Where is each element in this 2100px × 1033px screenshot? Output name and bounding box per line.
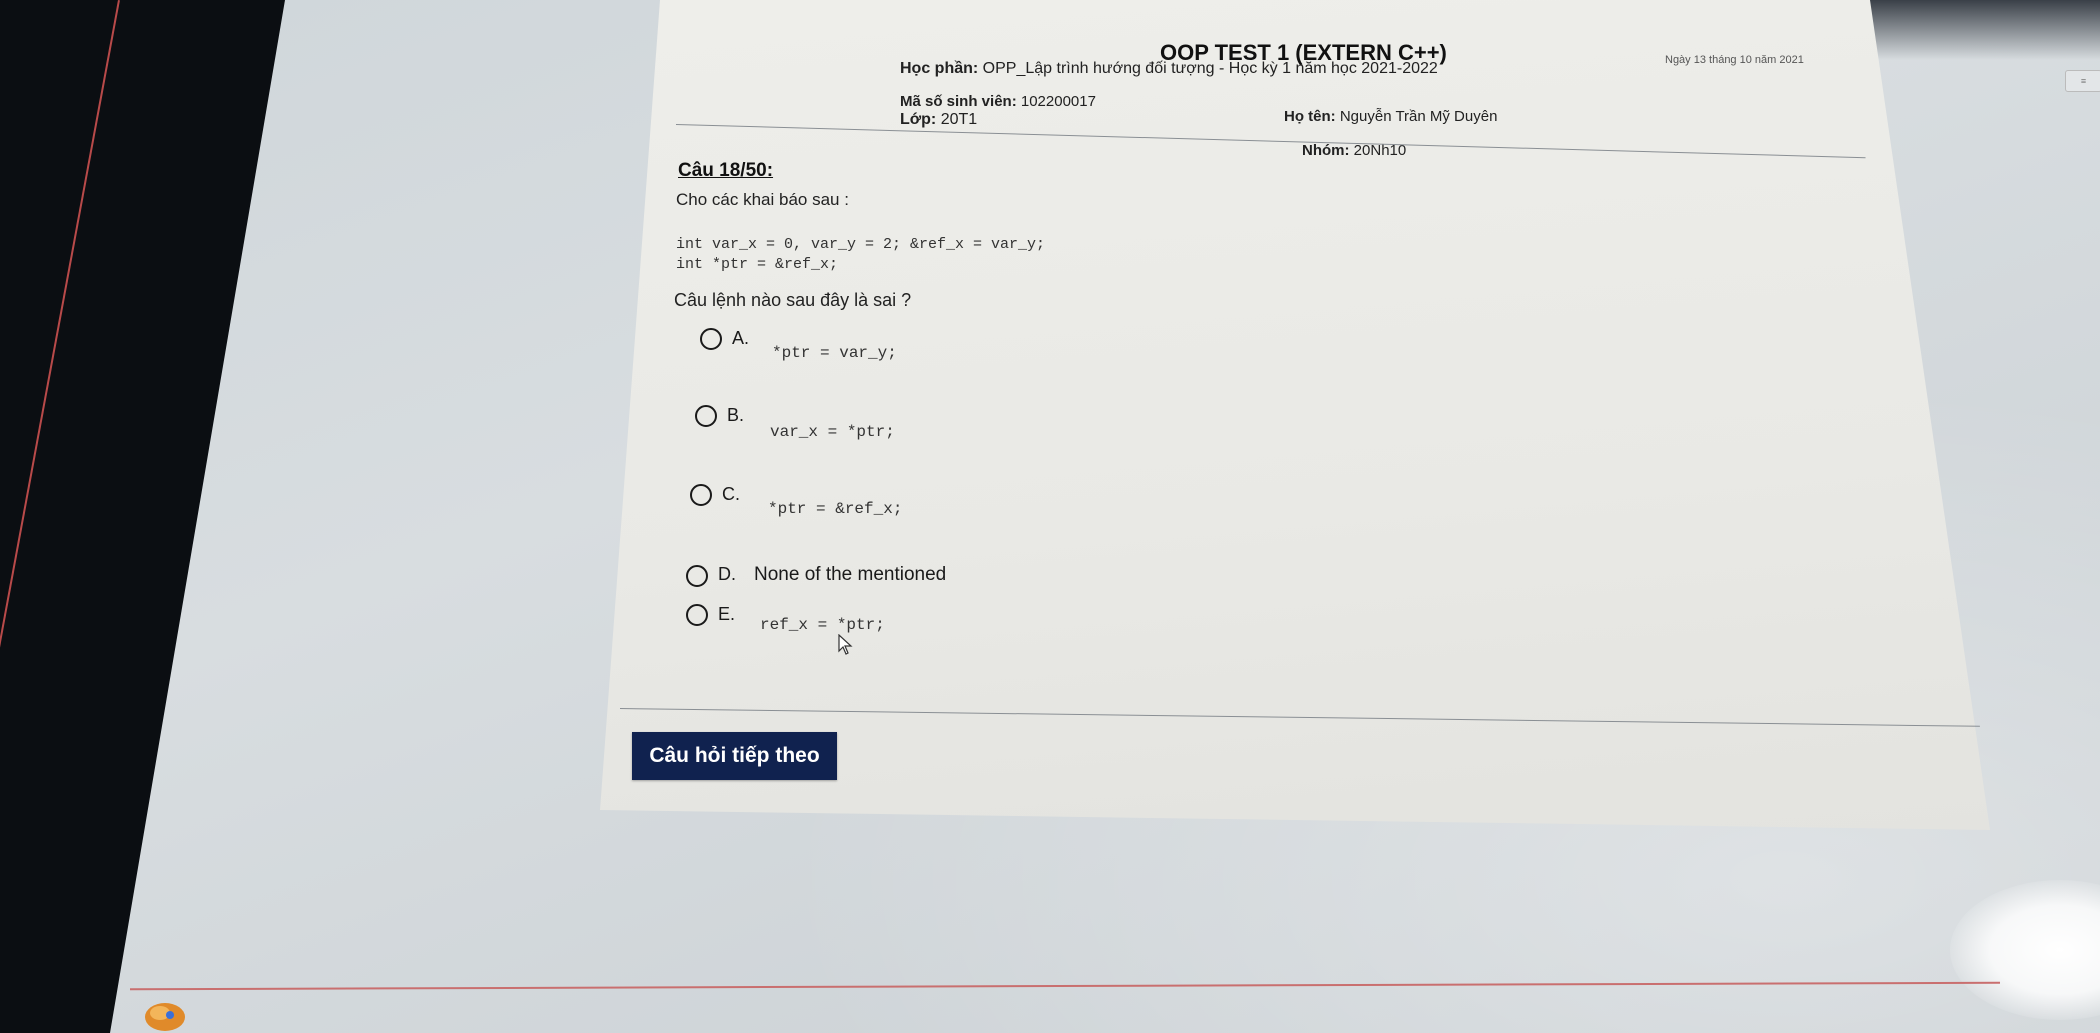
course-value: OPP_Lập trình hướng đối tượng - Học kỳ 1… xyxy=(982,60,1438,77)
code-line-2: int *ptr = &ref_x; xyxy=(676,256,839,273)
next-question-button[interactable]: Câu hỏi tiếp theo xyxy=(632,732,837,780)
code-line-1: int var_x = 0, var_y = 2; &ref_x = var_y… xyxy=(676,236,1046,253)
course-label: Học phần: xyxy=(900,60,979,77)
exam-date: Ngày 13 tháng 10 năm 2021 xyxy=(1665,54,1804,66)
radio-a[interactable] xyxy=(700,328,722,350)
name-value: Nguyễn Trần Mỹ Duyên xyxy=(1339,108,1498,125)
option-d-letter: D. xyxy=(718,564,736,584)
class-info: Lớp: 20T1 xyxy=(900,111,977,129)
option-b-letter: B. xyxy=(727,405,745,425)
radio-c[interactable] xyxy=(690,484,712,506)
question-intro: Cho các khai báo sau : xyxy=(676,190,849,209)
mouse-pointer-icon xyxy=(838,634,853,655)
question-number: Câu 18/50: xyxy=(678,160,774,181)
option-a-text: *ptr = var_y; xyxy=(772,344,897,362)
scrollbar-widget[interactable]: ≡ xyxy=(2065,70,2100,92)
radio-b[interactable] xyxy=(695,405,717,427)
student-id-info: Mã số sinh viên: 102200017 xyxy=(900,93,1096,110)
option-c-text: *ptr = &ref_x; xyxy=(768,500,903,518)
header-divider xyxy=(675,124,1866,159)
course-info: Học phần: OPP_Lập trình hướng đối tượng … xyxy=(900,60,1438,78)
option-c-letter: C. xyxy=(722,484,740,504)
class-label: Lớp: xyxy=(900,111,937,128)
group-label: Nhóm: xyxy=(1302,142,1350,159)
option-d-text: None of the mentioned xyxy=(754,564,947,585)
footer-divider xyxy=(619,708,1980,727)
student-id-label: Mã số sinh viên: xyxy=(900,93,1017,110)
name-label: Họ tên: xyxy=(1284,108,1336,125)
student-id-value: 102200017 xyxy=(1020,93,1096,110)
class-value: 20T1 xyxy=(940,111,978,128)
radio-e[interactable] xyxy=(686,604,708,626)
app-taskbar-icon[interactable] xyxy=(140,995,190,1033)
radio-d[interactable] xyxy=(686,565,708,587)
option-e-text: ref_x = *ptr; xyxy=(760,616,885,634)
exam-content: OOP TEST 1 (EXTERN C++) Ngày 13 tháng 10… xyxy=(0,0,2100,1033)
option-b-text: var_x = *ptr; xyxy=(770,423,895,441)
student-name-info: Họ tên: Nguyễn Trần Mỹ Duyên xyxy=(1284,108,1497,125)
question-prompt: Câu lệnh nào sau đây là sai ? xyxy=(674,290,912,310)
option-a-letter: A. xyxy=(732,328,750,348)
option-e-letter: E. xyxy=(718,604,736,624)
